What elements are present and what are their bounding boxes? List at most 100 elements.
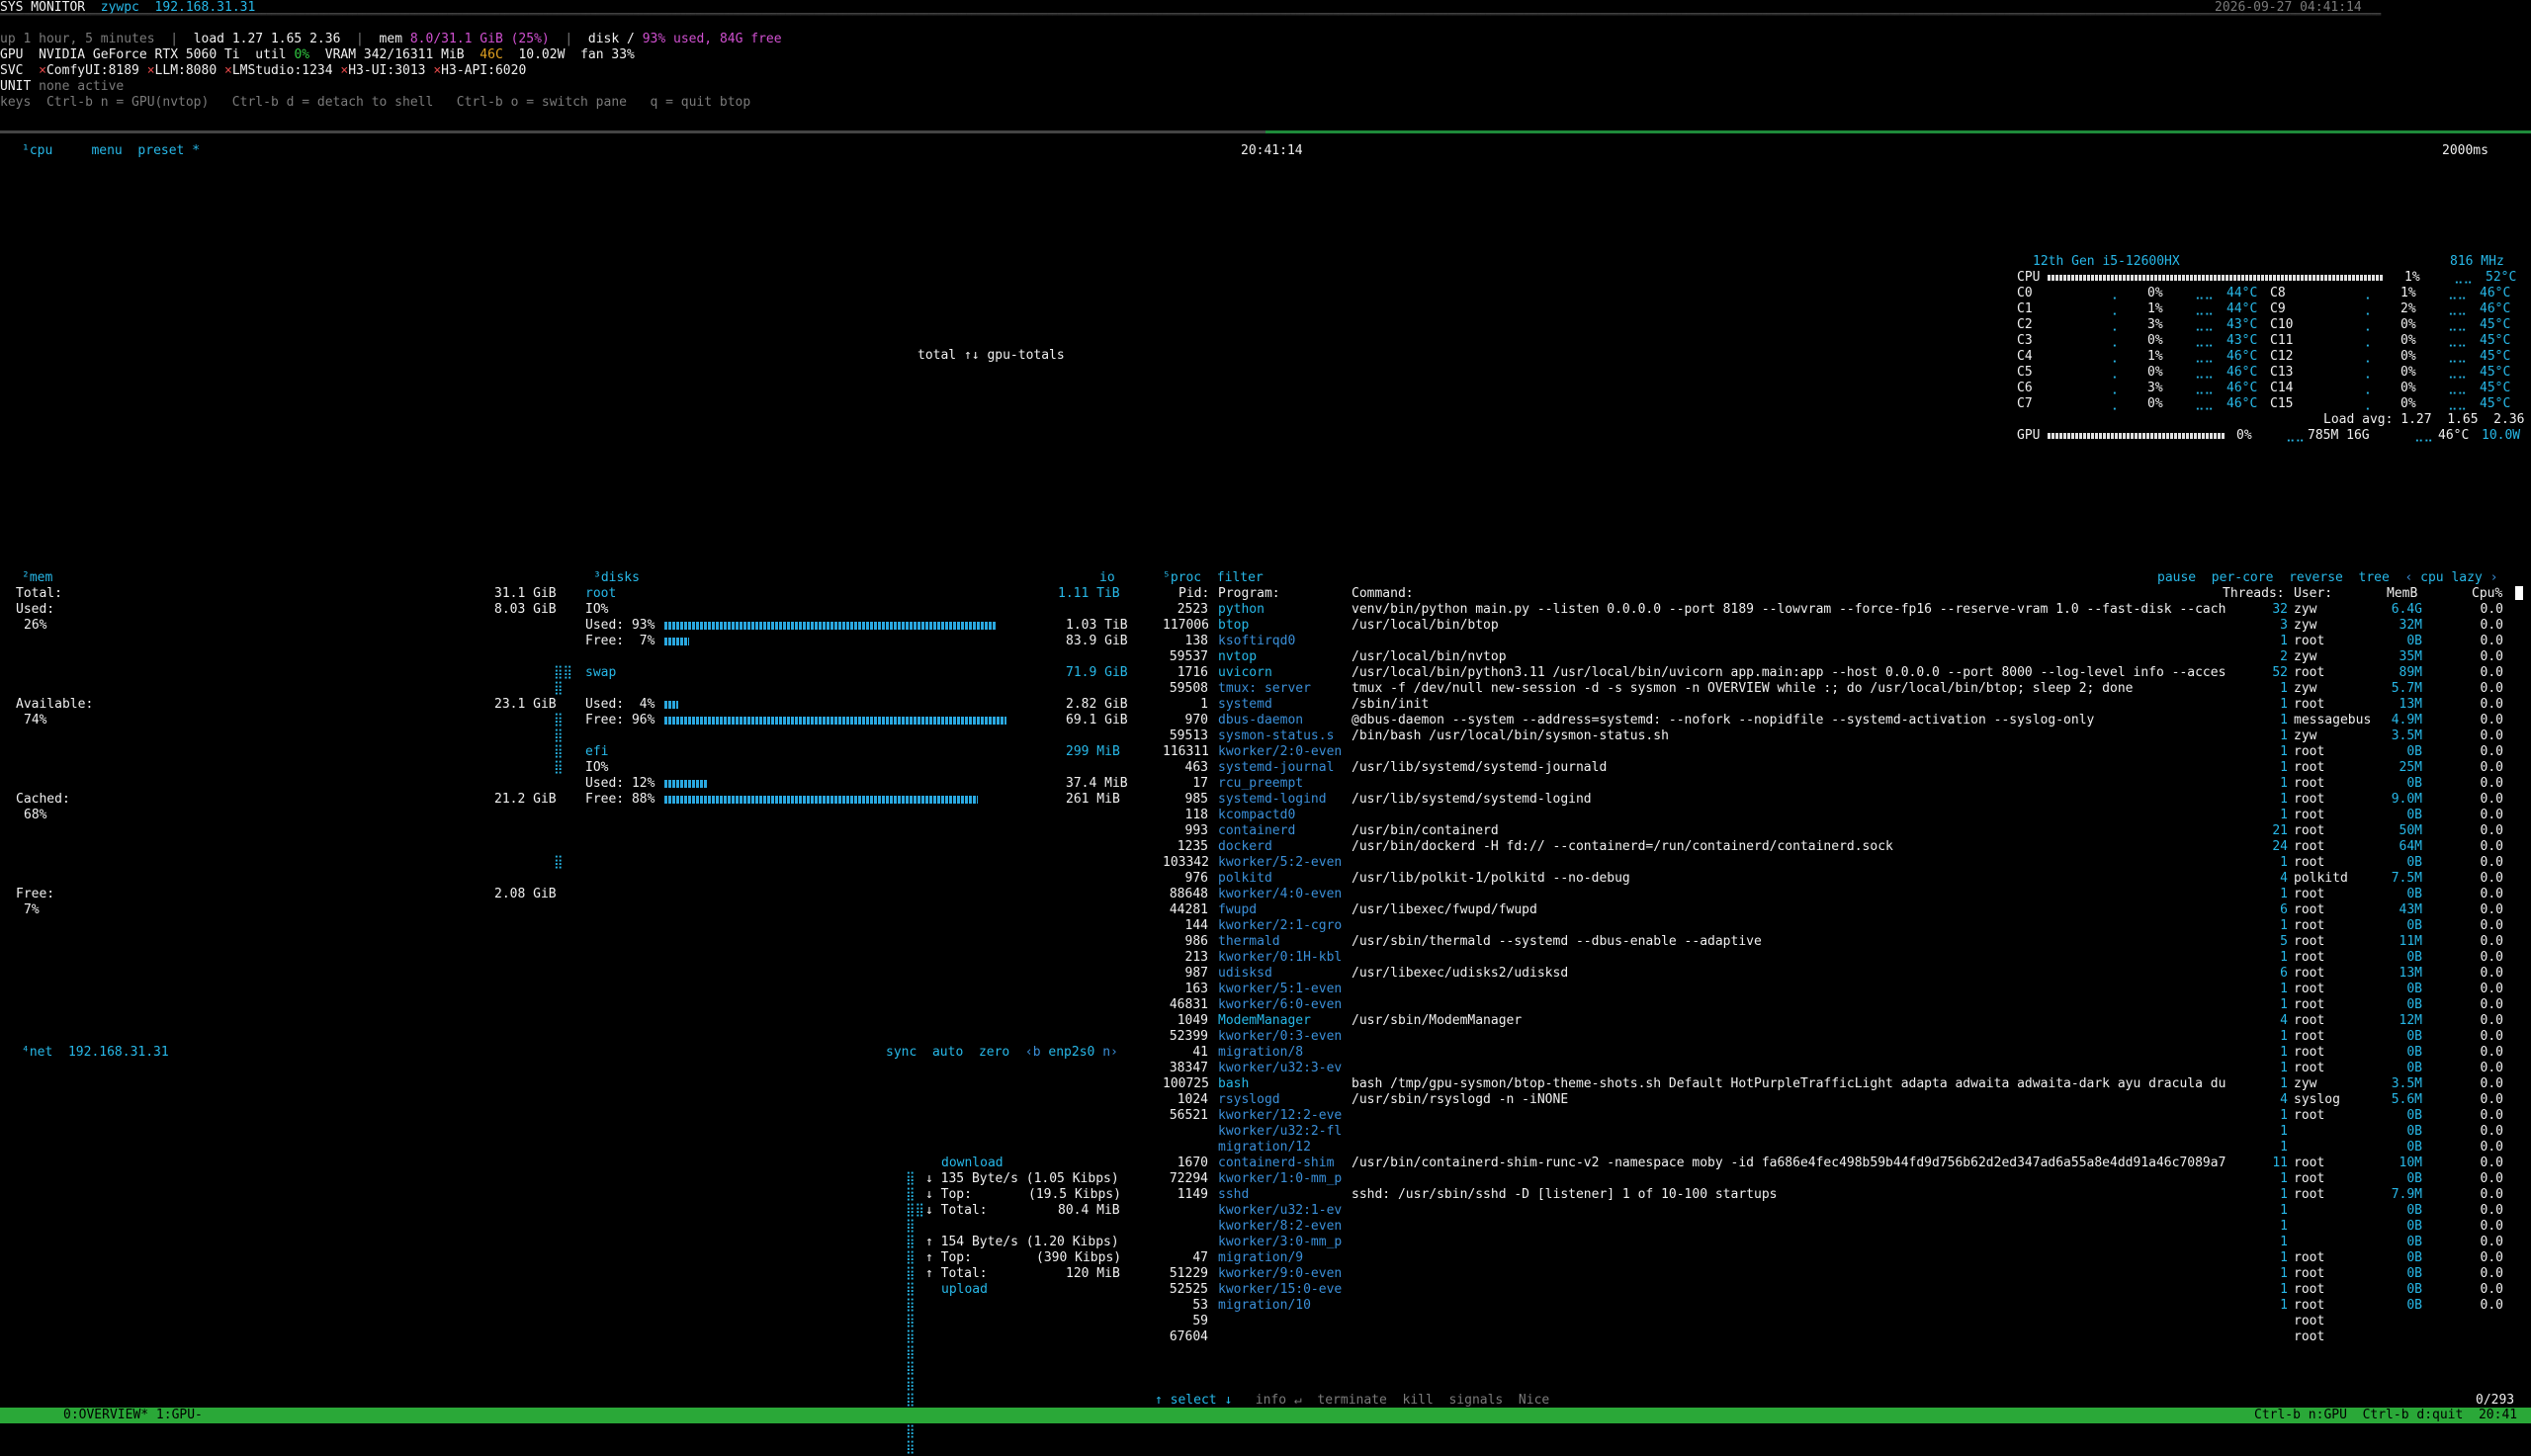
col-pid[interactable]: Pid: [1178,586,1209,602]
table-row[interactable]: 59 root [1163,1314,2507,1329]
core-pct: 1% [2400,286,2416,300]
table-row[interactable]: kworker/8:2-even 1 0B 0.0 [1163,1219,2507,1235]
table-row[interactable]: 52525 kworker/15:0-eve 1 root 0B 0.0 [1163,1282,2507,1298]
proc-sort-prev[interactable]: ‹ [2405,570,2413,585]
proc-pid: 103342 [1163,855,1208,870]
table-row[interactable]: 1049 ModemManager/usr/sbin/ModemManager 4 r… [1163,1013,2507,1029]
table-row[interactable]: 2523 python venv/bin/python main.py --list… [1163,602,2507,618]
table-row[interactable]: 41 migration/8 1 root 0B 0.0 [1163,1045,2507,1061]
table-row[interactable]: 88648 kworker/4:0-even 1 root 0B 0.0 [1163,887,2507,902]
col-program[interactable]: Program: [1218,586,1280,602]
table-row[interactable]: 1149 sshd sshd: /usr/sbin/sshd -D [listene… [1163,1187,2507,1203]
table-row[interactable]: 72294 kworker/1:0-mm_p 1 root 0B 0.0 [1163,1171,2507,1187]
disks-tab[interactable]: ³disks [593,570,640,586]
net-auto-button[interactable]: auto [932,1045,963,1060]
update-interval[interactable]: 2000ms [2442,143,2488,159]
tmux-hint-gpu: Ctrl-b n:GPU [2254,1408,2347,1422]
proc-per-core-button[interactable]: per-core [2212,570,2274,585]
proc-program: nvtop [1218,649,1258,664]
net-iface[interactable]: enp2s0 [1048,1045,1094,1060]
proc-tree-button[interactable]: tree [2359,570,2390,585]
terminate-button[interactable]: terminate [1317,1393,1386,1408]
proc-sort-select[interactable]: cpu lazy [2420,570,2483,585]
table-row[interactable]: 46831 kworker/6:0-even 1 root 0B 0.0 [1163,997,2507,1013]
col-user[interactable]: User: [2294,586,2332,602]
net-zero-button[interactable]: zero [979,1045,1009,1060]
proc-user: zyw [2294,649,2317,664]
table-row[interactable]: 53 migration/10 1 root 0B 0.0 [1163,1298,2507,1314]
proc-user: root [2294,950,2325,965]
table-row[interactable]: migration/12 1 0B 0.0 [1163,1140,2507,1156]
table-row[interactable]: 986 thermald/usr/sbin/thermald --systemd … [1163,934,2507,950]
signals-button[interactable]: signals [1448,1393,1503,1408]
proc-program: migration/10 [1218,1298,1311,1313]
table-row[interactable]: 67604 root [1163,1329,2507,1345]
table-row[interactable]: 138 ksoftirqd0 1 root 0B 0.0 [1163,634,2507,649]
table-row[interactable]: 51229 kworker/9:0-even 1 root 0B 0.0 [1163,1266,2507,1282]
table-row[interactable]: 970 dbus-daemon @dbus-daemon --system --ad… [1163,713,2507,728]
table-row[interactable]: 976 polkitd/usr/lib/polkit-1/polkitd --no… [1163,871,2507,887]
proc-pid: 1049 [1177,1013,1208,1028]
table-row[interactable]: 52399 kworker/0:3-even 1 root 0B 0.0 [1163,1029,2507,1045]
table-row[interactable]: 144 kworker/2:1-cgro 1 root 0B 0.0 [1163,918,2507,934]
proc-threads: 1 [2280,697,2288,712]
table-row[interactable]: 1670 containerd-shim/usr/bin/containerd-s… [1163,1156,2507,1171]
info-button[interactable]: info ↵ [1256,1393,1302,1408]
table-row[interactable]: 59537 nvtop/usr/local/bin/nvtop 2 zyw 35M 0.0 [1163,649,2507,665]
table-row[interactable]: 1024 rsyslogd/usr/sbin/rsyslogd -n -iNONE… [1163,1092,2507,1108]
proc-cpu: 0.0 [2480,776,2503,791]
table-row[interactable]: 17 rcu_preempt 1 root 0B 0.0 [1163,776,2507,792]
net-sync-button[interactable]: sync [886,1045,916,1060]
tmux-window-list[interactable]: 0:OVERVIEW* 1:GPU- [63,1408,203,1423]
table-row[interactable]: 163 kworker/5:1-even 1 root 0B 0.0 [1163,982,2507,997]
table-row[interactable]: 463 systemd-journal/usr/lib/systemd/syste… [1163,760,2507,776]
col-command[interactable]: Command: [1352,586,1414,602]
net-tab[interactable]: ⁴net 192.168.31.31 [22,1045,169,1061]
table-row[interactable]: 993 containerd/usr/bin/containerd 21 root 50… [1163,823,2507,839]
proc-threads: 1 [2280,681,2288,696]
table-row[interactable]: 56521 kworker/12:2-eve 1 root 0B 0.0 [1163,1108,2507,1124]
table-row[interactable]: 117006 btop/usr/local/bin/btop 3 zyw 32M 0.0 [1163,618,2507,634]
table-row[interactable]: kworker/u32:2-fl 1 0B 0.0 [1163,1124,2507,1140]
table-row[interactable]: 103342 kworker/5:2-even 1 root 0B 0.0 [1163,855,2507,871]
table-row[interactable]: 1 systemd/sbin/init 1 root 13M 0.0 [1163,697,2507,713]
menu-button[interactable]: menu [91,143,122,158]
col-mem[interactable]: MemB [2387,586,2417,602]
table-row[interactable]: 47 migration/9 1 root 0B 0.0 [1163,1250,2507,1266]
proc-reverse-button[interactable]: reverse [2289,570,2343,585]
table-row[interactable]: kworker/u32:1-ev 1 0B 0.0 [1163,1203,2507,1219]
preset-button[interactable]: preset * [137,143,200,158]
mem-tab[interactable]: ²mem [22,570,52,586]
proc-sort-next[interactable]: › [2490,570,2498,585]
table-row[interactable]: 213 kworker/0:1H-kbl 1 root 0B 0.0 [1163,950,2507,966]
proc-pause-button[interactable]: pause [2157,570,2196,585]
net-prev-iface[interactable]: ‹b [1025,1045,1041,1060]
col-cpu[interactable]: Cpu% [2472,586,2502,602]
table-row[interactable]: kworker/3:0-mm_p 1 0B 0.0 [1163,1235,2507,1250]
proc-mem: 43M [2399,902,2422,917]
table-row[interactable]: 44281 fwupd/usr/libexec/fwupd/fwupd 6 root 4… [1163,902,2507,918]
table-row[interactable]: 38347 kworker/u32:3-ev 1 root 0B 0.0 [1163,1061,2507,1076]
svc-list: ×ComfyUI:8189 ×LLM:8080 ×LMStudio:1234 ×… [39,63,526,78]
proc-scrollbar-thumb[interactable] [2515,586,2523,600]
nice-button[interactable]: Nice [1519,1393,1549,1408]
proc-mem: 0B [2406,1282,2422,1297]
table-row[interactable]: 59508 tmux: server tmux -f /dev/null new-s… [1163,681,2507,697]
table-row[interactable]: 100725 bash bash /tmp/gpu-sysmon/btop-them… [1163,1076,2507,1092]
table-row[interactable]: 1716 uvicorn/usr/local/bin/python3.11 /us… [1163,665,2507,681]
cpu-tab[interactable]: ¹cpu [22,143,52,158]
proc-user: root [2294,744,2325,759]
table-row[interactable]: 59513 sysmon-status.s/bin/bash /usr/local… [1163,728,2507,744]
kill-button[interactable]: kill [1403,1393,1434,1408]
gpu-totals-toggle[interactable]: total ↑↓ gpu-totals [917,348,1065,364]
col-threads[interactable]: Threads: [2223,586,2285,602]
table-row[interactable]: 1235 dockerd/usr/bin/dockerd -H fd:// --c… [1163,839,2507,855]
proc-filter[interactable]: filter [1217,570,1264,585]
table-row[interactable]: 118 kcompactd0 1 root 0B 0.0 [1163,808,2507,823]
select-button[interactable]: ↑ select ↓ [1155,1393,1232,1408]
proc-tab[interactable]: ⁵proc [1163,570,1201,585]
net-next-iface[interactable]: n› [1102,1045,1118,1060]
table-row[interactable]: 987 udisksd/usr/libexec/udisks2/udisksd 6 r… [1163,966,2507,982]
table-row[interactable]: 116311 kworker/2:0-even 1 root 0B 0.0 [1163,744,2507,760]
table-row[interactable]: 985 systemd-logind/usr/lib/systemd/system… [1163,792,2507,808]
